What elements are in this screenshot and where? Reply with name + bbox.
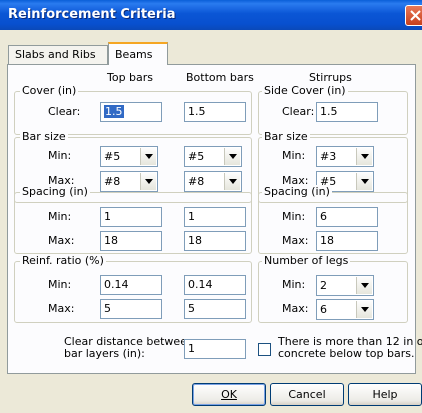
concrete-below-top-bars-checkbox[interactable] [258, 343, 271, 356]
cover-bottom-field[interactable]: 1.5 [184, 102, 246, 122]
reinf-ratio-max-label: Max: [48, 302, 75, 315]
tab-beams[interactable]: Beams [108, 42, 168, 65]
top-bar-size-min-select[interactable]: #5 [100, 146, 158, 167]
side-cover-legend: Side Cover (in) [262, 84, 348, 97]
stirrup-spacing-min-label: Min: [282, 210, 306, 223]
bottom-bar-size-max-select[interactable]: #8 [184, 171, 242, 192]
dropdown-arrow-icon[interactable] [356, 173, 372, 190]
bottom-reinf-ratio-max-field[interactable]: 5 [184, 299, 246, 319]
title-bar[interactable]: Reinforcement Criteria [0, 0, 422, 30]
bottom-reinf-ratio-min-field[interactable]: 0.14 [184, 275, 246, 295]
top-spacing-min-field[interactable]: 1 [100, 207, 162, 227]
window-title: Reinforcement Criteria [8, 7, 176, 22]
cancel-button[interactable]: Cancel [270, 383, 344, 406]
dropdown-arrow-icon[interactable] [140, 173, 156, 190]
clear-distance-label-line2: bar layers (in): [64, 347, 145, 360]
close-button[interactable] [405, 5, 422, 26]
legs-min-label: Min: [282, 278, 306, 291]
dropdown-arrow-icon[interactable] [140, 148, 156, 165]
top-reinf-ratio-max-field[interactable]: 5 [100, 299, 162, 319]
bottom-spacing-min-field[interactable]: 1 [184, 207, 246, 227]
dropdown-arrow-icon[interactable] [224, 173, 240, 190]
stirrup-spacing-min-field[interactable]: 6 [316, 207, 378, 227]
bar-size-legend: Bar size [20, 130, 68, 143]
help-button[interactable]: Help [348, 383, 422, 406]
top-bars-header: Top bars [107, 71, 154, 84]
dropdown-arrow-icon[interactable] [356, 301, 372, 318]
cover-clear-label: Clear: [48, 105, 81, 118]
stirrup-bar-size-min-select[interactable]: #3 [316, 146, 374, 167]
spacing-legend: Spacing (in) [20, 185, 90, 198]
legs-max-select[interactable]: 6 [316, 299, 374, 320]
top-reinf-ratio-min-field[interactable]: 0.14 [100, 275, 162, 295]
bottom-bars-header: Bottom bars [186, 71, 254, 84]
clear-distance-field[interactable]: 1 [184, 339, 246, 359]
reinforcement-criteria-dialog: Reinforcement Criteria Slabs and Ribs Be… [0, 0, 422, 413]
stirrup-spacing-max-label: Max: [282, 234, 309, 247]
reinf-ratio-legend: Reinf. ratio (%) [20, 254, 106, 267]
side-cover-clear-label: Clear: [282, 105, 315, 118]
top-spacing-max-field[interactable]: 18 [100, 231, 162, 251]
side-cover-field[interactable]: 1.5 [316, 102, 378, 122]
dropdown-arrow-icon[interactable] [356, 148, 372, 165]
tab-slabs-and-ribs[interactable]: Slabs and Ribs [8, 45, 108, 64]
spacing-max-label: Max: [48, 234, 75, 247]
spacing-min-label: Min: [48, 210, 72, 223]
stirrup-spacing-max-field[interactable]: 18 [316, 231, 378, 251]
stirrup-bar-size-legend: Bar size [262, 130, 310, 143]
bottom-bar-size-min-select[interactable]: #5 [184, 146, 242, 167]
close-icon [410, 10, 421, 21]
cover-legend: Cover (in) [20, 84, 79, 97]
legs-min-select[interactable]: 2 [316, 275, 374, 296]
bottom-spacing-max-field[interactable]: 18 [184, 231, 246, 251]
cover-top-field[interactable]: 1.5 [100, 102, 162, 122]
number-of-legs-legend: Number of legs [262, 254, 351, 267]
legs-max-label: Max: [282, 302, 309, 315]
stirrups-header: Stirrups [309, 71, 352, 84]
dropdown-arrow-icon[interactable] [224, 148, 240, 165]
bar-size-min-label: Min: [48, 149, 72, 162]
reinf-ratio-min-label: Min: [48, 278, 72, 291]
top-bar-size-max-select[interactable]: #8 [100, 171, 158, 192]
stirrup-bar-size-min-label: Min: [282, 149, 306, 162]
stirrup-spacing-legend: Spacing (in) [262, 185, 332, 198]
beams-tab-panel: Top bars Bottom bars Stirrups Cover (in)… [7, 64, 422, 374]
dropdown-arrow-icon[interactable] [356, 277, 372, 294]
ok-button[interactable]: OK [192, 383, 266, 406]
concrete-check-label-line2: concrete below top bars. [278, 347, 415, 360]
